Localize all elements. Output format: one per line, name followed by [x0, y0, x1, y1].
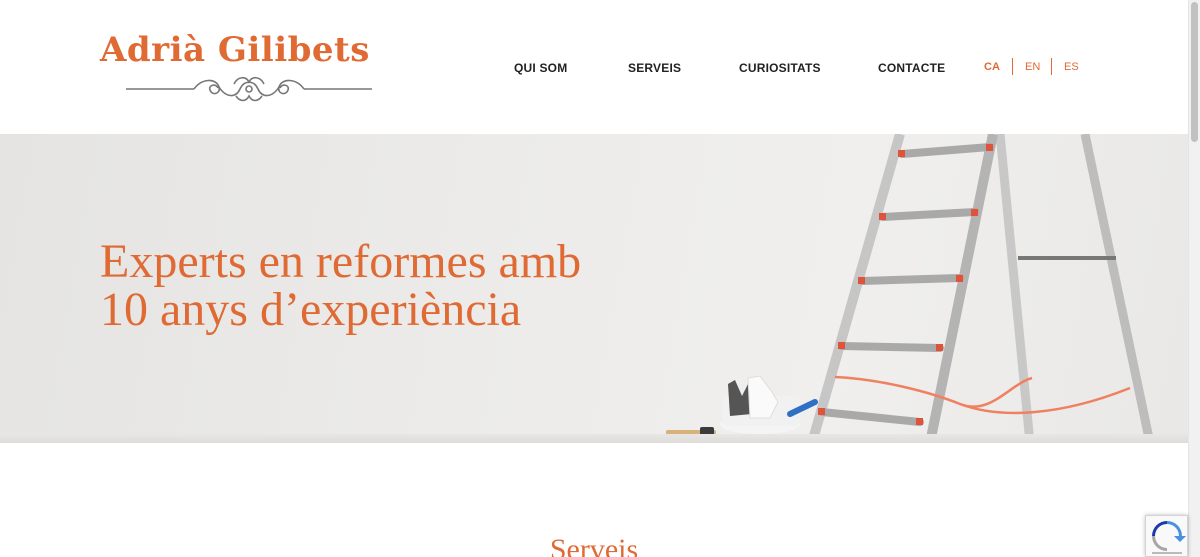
nav-qui-som[interactable]: QUI SOM [514, 61, 567, 75]
nav-contacte[interactable]: CONTACTE [878, 61, 945, 75]
hero-banner: Experts en reformes amb 10 anys d’experi… [0, 134, 1188, 443]
site-header: Adrià Gilibets QUI SOM SERVEIS CURIOSITA… [0, 0, 1188, 134]
lang-en[interactable]: EN [1025, 61, 1040, 73]
hero-title: Experts en reformes amb 10 anys d’experi… [100, 238, 720, 334]
recaptcha-icon [1152, 521, 1186, 554]
lang-es[interactable]: ES [1064, 61, 1079, 73]
scrollbar-thumb[interactable] [1191, 2, 1198, 142]
nav-curiositats[interactable]: CURIOSITATS [739, 61, 821, 75]
lang-ca[interactable]: CA [984, 61, 1000, 73]
logo-text: Adrià Gilibets [100, 30, 370, 70]
nav-serveis[interactable]: SERVEIS [628, 61, 681, 75]
recaptcha-badge[interactable] [1145, 515, 1188, 557]
lang-divider [1012, 58, 1013, 75]
lang-divider [1051, 58, 1052, 75]
logo-flourish-icon [126, 76, 372, 102]
hero-line-1: Experts en reformes amb [100, 235, 582, 288]
hero-line-2: 10 anys d’experiència [100, 283, 522, 336]
section-title-serveis: Serveis [549, 533, 639, 557]
page-scrollbar[interactable] [1188, 0, 1200, 557]
logo[interactable]: Adrià Gilibets [100, 30, 400, 106]
